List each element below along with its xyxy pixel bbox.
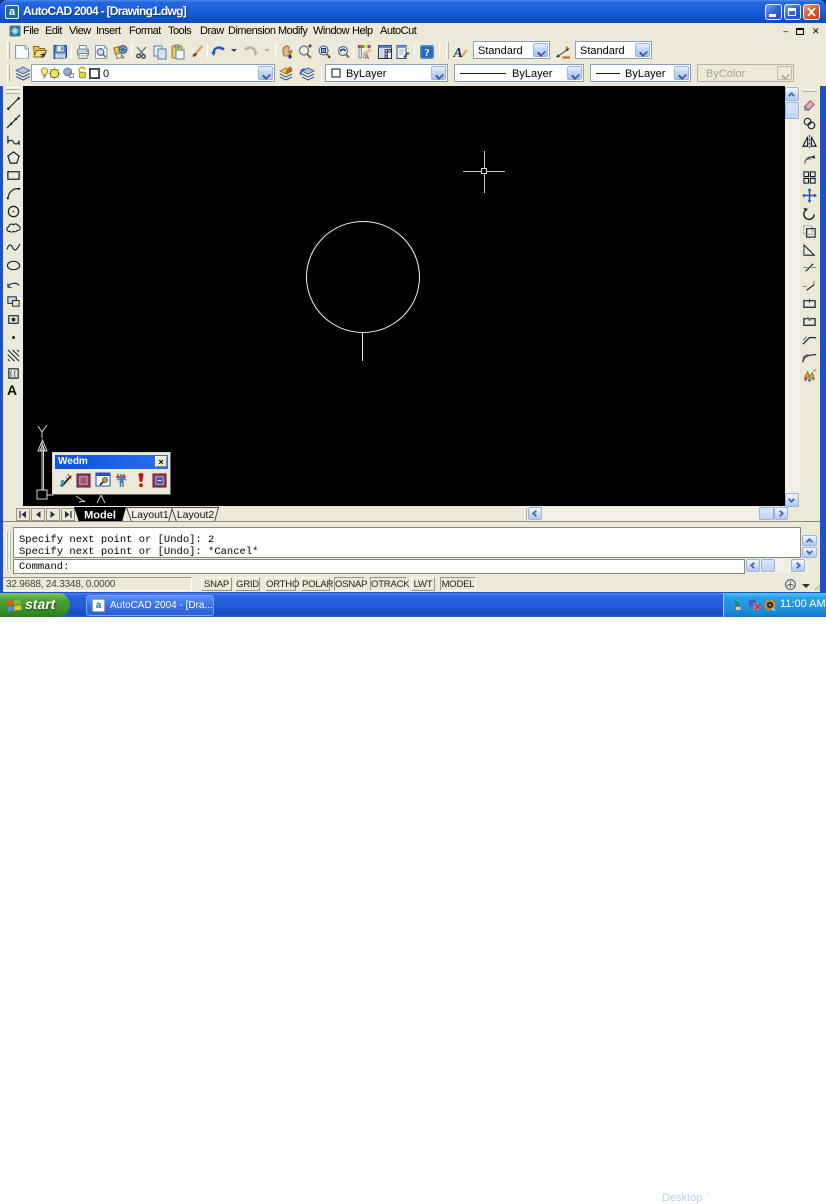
svg-text:Layout1: Layout1 xyxy=(131,509,169,521)
svg-text:?: ? xyxy=(424,47,430,59)
svg-text:Layout2: Layout2 xyxy=(177,509,215,521)
svg-text:A: A xyxy=(453,46,463,60)
svg-text:Model: Model xyxy=(84,510,116,522)
svg-text:A: A xyxy=(365,55,369,60)
